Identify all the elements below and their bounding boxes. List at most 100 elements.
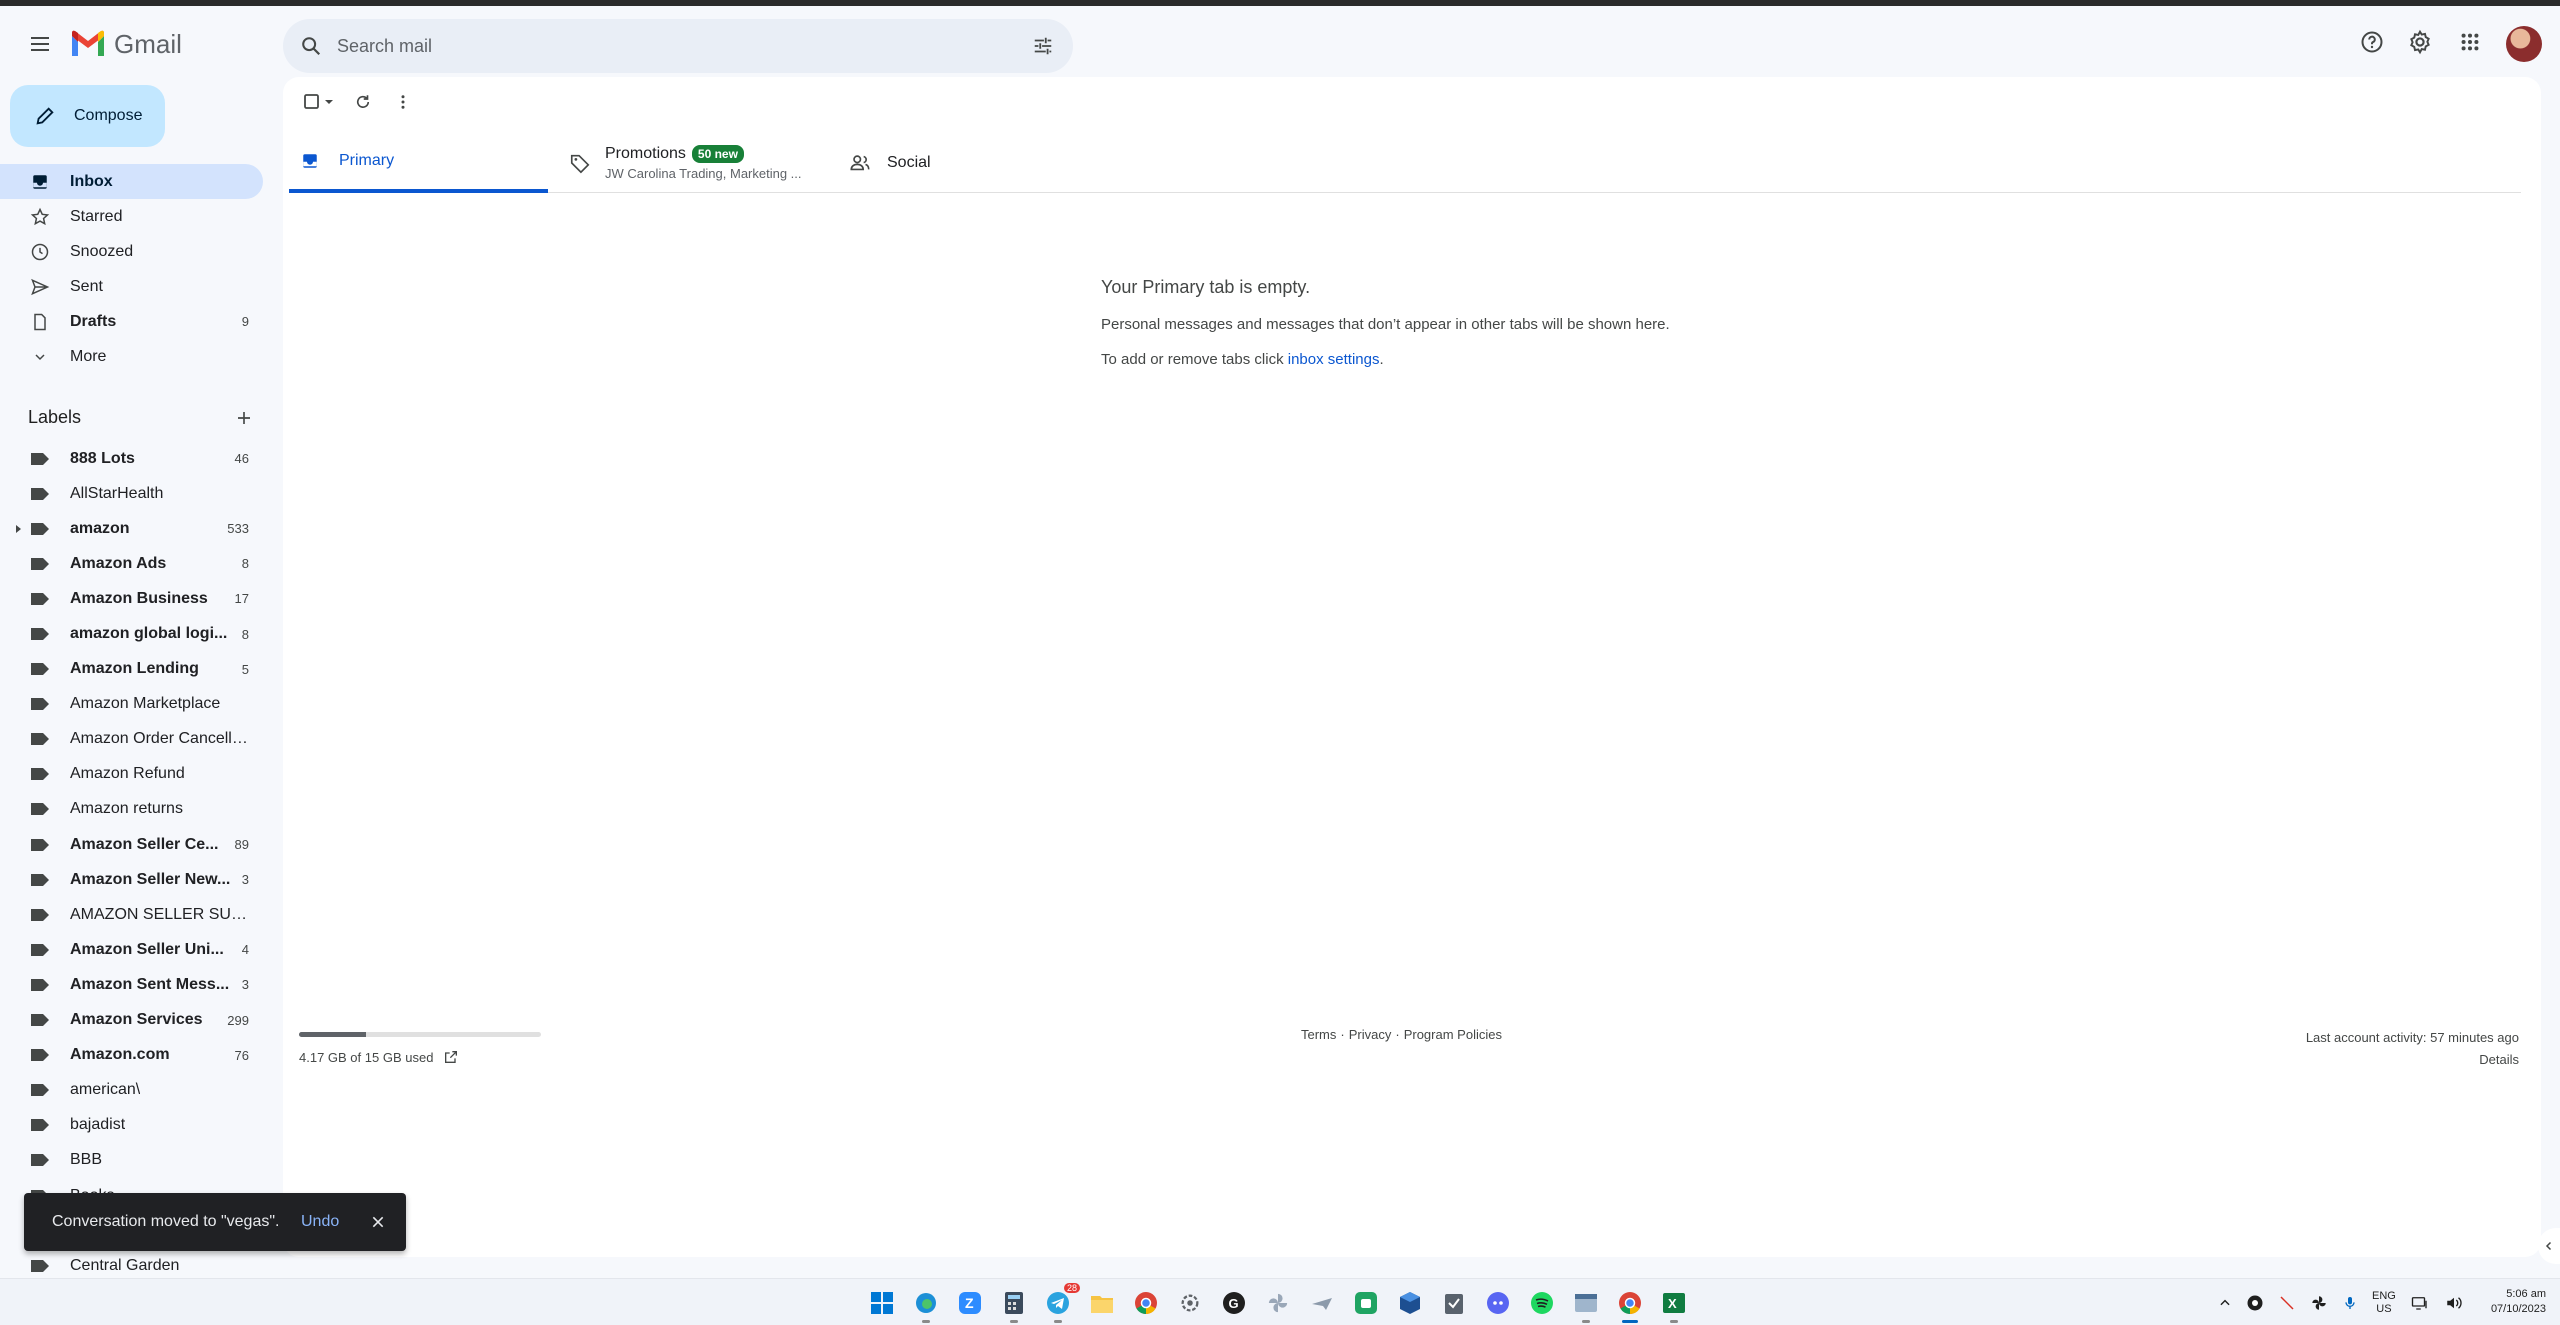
tray-app-icon[interactable] <box>2246 1294 2264 1312</box>
g-app-icon[interactable]: G <box>1218 1287 1250 1319</box>
pinwheel-icon[interactable] <box>1262 1287 1294 1319</box>
chrome-icon[interactable] <box>1130 1287 1162 1319</box>
label-tag-icon <box>30 487 50 501</box>
sidebar-item-more[interactable]: More <box>0 339 263 374</box>
label-item[interactable]: Amazon Order Cancella... <box>0 722 263 757</box>
sidebar-item-sent[interactable]: Sent <box>0 269 263 304</box>
sidebar-item-inbox[interactable]: Inbox <box>0 164 263 199</box>
label-item[interactable]: Amazon Sent Mess... 3 <box>0 967 263 1002</box>
discord-icon[interactable] <box>1482 1287 1514 1319</box>
help-icon[interactable] <box>2352 22 2392 62</box>
volume-icon[interactable] <box>2444 1294 2464 1312</box>
pinwheel-tray-icon[interactable] <box>2310 1294 2328 1312</box>
label-item[interactable]: AllStarHealth <box>0 476 263 511</box>
windows-taskbar: Z 28 G X ENG US 5:06 am 07/10/2023 <box>0 1278 2560 1325</box>
system-clock[interactable]: 5:06 am 07/10/2023 <box>2491 1287 2546 1317</box>
create-label-plus-icon[interactable] <box>230 404 258 432</box>
sidebar-item-starred[interactable]: Starred <box>0 199 263 234</box>
label-item[interactable]: BBB <box>0 1143 263 1178</box>
label-tag-icon <box>30 978 50 992</box>
compose-button[interactable]: Compose <box>10 85 165 147</box>
program-policies-link[interactable]: Program Policies <box>1404 1027 1502 1042</box>
terms-link[interactable]: Terms <box>1301 1027 1336 1042</box>
label-item[interactable]: Amazon Lending 5 <box>0 652 263 687</box>
label-name: amazon global logi... <box>70 625 228 643</box>
label-name: Amazon.com <box>70 1046 170 1064</box>
chrome-active-icon[interactable] <box>1614 1287 1646 1323</box>
file-explorer-icon[interactable] <box>1086 1287 1118 1319</box>
settings-gear-icon[interactable] <box>2400 22 2440 62</box>
pencil-icon <box>36 107 54 125</box>
label-item[interactable]: Amazon Seller New... 3 <box>0 862 263 897</box>
excel-icon[interactable]: X <box>1658 1287 1690 1323</box>
label-tag-icon <box>30 627 50 641</box>
snackbar-toast: Conversation moved to "vegas". Undo <box>24 1193 406 1251</box>
network-icon[interactable] <box>2410 1294 2430 1312</box>
label-item[interactable]: bajadist <box>0 1108 263 1143</box>
inbox-settings-link[interactable]: inbox settings <box>1288 351 1380 368</box>
open-in-new-icon[interactable] <box>443 1049 459 1065</box>
label-name: Amazon returns <box>70 800 183 818</box>
account-avatar[interactable] <box>2506 26 2542 62</box>
label-item[interactable]: Amazon Seller Uni... 4 <box>0 932 263 967</box>
label-item[interactable]: amazon global logi... 8 <box>0 616 263 651</box>
storage-bar-fill <box>299 1032 367 1037</box>
label-item[interactable]: Amazon Marketplace <box>0 687 263 722</box>
tab-primary[interactable]: Primary <box>289 133 548 193</box>
box-app-icon[interactable] <box>1394 1287 1426 1319</box>
privacy-link[interactable]: Privacy <box>1349 1027 1392 1042</box>
tab-promotions[interactable]: Promotions 50 new JW Carolina Trading, Ma… <box>569 133 829 193</box>
label-item[interactable]: 888 Lots 46 <box>0 441 263 476</box>
side-panel-toggle[interactable] <box>2538 1228 2560 1264</box>
label-tag-icon <box>30 522 50 536</box>
zoom-icon[interactable]: Z <box>954 1287 986 1319</box>
search-bar[interactable] <box>283 19 1073 73</box>
spotify-icon[interactable] <box>1526 1287 1558 1319</box>
label-item[interactable]: Amazon.com 76 <box>0 1038 263 1073</box>
label-item[interactable]: Amazon Business 17 <box>0 581 263 616</box>
pen-off-icon[interactable] <box>2278 1294 2296 1312</box>
sidebar-item-drafts[interactable]: Drafts 9 <box>0 304 263 339</box>
label-item[interactable]: AMAZON SELLER SUPP... <box>0 897 263 932</box>
refresh-icon[interactable] <box>343 87 383 117</box>
label-item[interactable]: Amazon returns <box>0 792 263 827</box>
gmail-wordmark: Gmail <box>114 28 182 59</box>
language-indicator[interactable]: ENG US <box>2372 1290 2396 1316</box>
calculator-icon[interactable] <box>998 1287 1030 1323</box>
label-name: Central Garden <box>70 1256 180 1274</box>
clipboard-icon[interactable] <box>1438 1287 1470 1319</box>
label-item[interactable]: Amazon Ads 8 <box>0 546 263 581</box>
search-options-icon[interactable] <box>1025 28 1061 64</box>
android-icon[interactable] <box>1350 1287 1382 1319</box>
more-vert-icon[interactable] <box>383 87 423 117</box>
main-menu-button[interactable] <box>22 26 58 62</box>
sidebar-item-snoozed[interactable]: Snoozed <box>0 234 263 269</box>
activity-details-link[interactable]: Details <box>2306 1049 2519 1071</box>
plane-icon[interactable] <box>1306 1287 1338 1319</box>
edge-icon[interactable] <box>910 1287 942 1323</box>
tab-social[interactable]: Social <box>849 133 1089 193</box>
label-item[interactable]: Amazon Seller Ce... 89 <box>0 827 263 862</box>
windows-start-icon[interactable] <box>866 1287 898 1319</box>
telegram-icon[interactable]: 28 <box>1042 1283 1080 1323</box>
search-icon[interactable] <box>293 28 329 64</box>
close-icon[interactable] <box>368 1212 388 1232</box>
chevron-up-icon[interactable] <box>2218 1296 2232 1310</box>
label-item[interactable]: Amazon Refund <box>0 757 263 792</box>
label-item[interactable]: american\ <box>0 1073 263 1108</box>
undo-button[interactable]: Undo <box>301 1213 339 1231</box>
label-tag-icon <box>30 1259 50 1273</box>
label-item[interactable]: amazon 533 <box>0 511 263 546</box>
chevron-down-icon <box>30 347 50 367</box>
label-item[interactable]: Amazon Services 299 <box>0 1003 263 1038</box>
tab-social-label: Social <box>887 154 931 171</box>
settings-icon[interactable] <box>1174 1287 1206 1319</box>
search-input[interactable] <box>329 19 969 73</box>
apps-grid-icon[interactable] <box>2450 22 2490 62</box>
expand-arrow-icon[interactable] <box>16 525 21 534</box>
window-app-icon[interactable] <box>1570 1287 1602 1323</box>
select-all-checkbox[interactable] <box>297 87 343 117</box>
microphone-icon[interactable] <box>2342 1294 2358 1312</box>
gmail-logo[interactable]: Gmail <box>70 26 182 62</box>
empty-settings-hint: To add or remove tabs click inbox settin… <box>1101 351 1801 368</box>
